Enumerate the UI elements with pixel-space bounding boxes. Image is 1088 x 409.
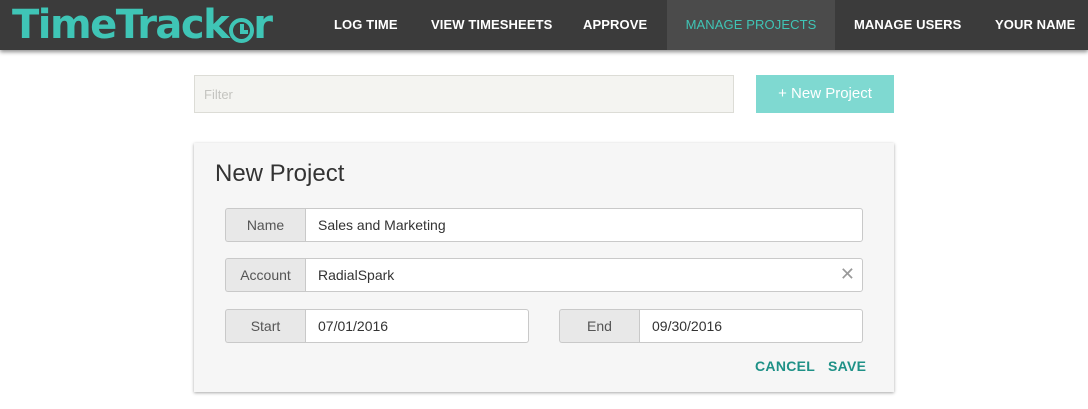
close-icon[interactable]: ✕ [840,258,855,292]
nav-log-time[interactable]: LOG TIME [334,0,398,50]
new-project-card: New Project Name Account ✕ Start End CAN… [194,143,894,392]
name-input[interactable] [305,208,863,242]
nav-manage-users[interactable]: MANAGE USERS [854,0,961,50]
app-logo[interactable]: TimeTrack r [12,2,273,48]
filter-input[interactable] [194,75,734,113]
caret-down-icon [1002,72,1010,78]
end-date-input[interactable] [639,309,863,343]
start-field: Start [225,309,529,343]
nav-approve[interactable]: APPROVE [583,0,647,50]
user-name-label: YOUR NAME [995,17,1076,32]
nav-manage-projects[interactable]: MANAGE PROJECTS [667,0,835,50]
end-label: End [559,309,639,343]
card-title: New Project [215,160,345,187]
account-label: Account [225,258,305,292]
account-input[interactable] [305,258,863,292]
name-field: Name [225,208,863,242]
start-label: Start [225,309,305,343]
nav-user-menu[interactable]: YOUR NAME [995,0,1088,78]
start-date-input[interactable] [305,309,529,343]
top-navbar: TimeTrack r LOG TIME VIEW TIMESHEETS APP… [0,0,1088,78]
clock-icon [229,17,255,43]
logo-text: TimeTrack [12,2,230,48]
cancel-button[interactable]: CANCEL [755,358,815,374]
end-field: End [559,309,863,343]
name-label: Name [225,208,305,242]
new-project-button[interactable]: + New Project [756,75,894,113]
save-button[interactable]: SAVE [828,358,866,374]
logo-text-end: r [253,2,273,48]
account-field: Account ✕ [225,258,863,292]
nav-view-timesheets[interactable]: VIEW TIMESHEETS [431,0,552,50]
